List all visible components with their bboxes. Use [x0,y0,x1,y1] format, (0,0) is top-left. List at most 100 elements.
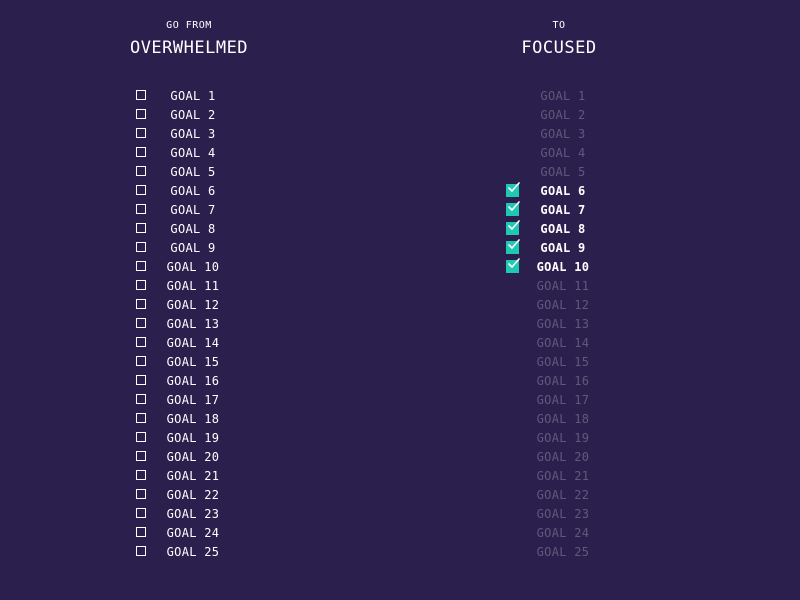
right-goal-row[interactable]: GOAL 16 [429,372,689,391]
goal-label: GOAL 1 [170,89,216,103]
checkbox-icon[interactable] [136,394,146,404]
checkbox-icon[interactable] [136,90,146,100]
right-goal-row[interactable]: GOAL 21 [429,467,689,486]
right-goal-row[interactable]: GOAL 11 [429,277,689,296]
left-goal-row[interactable]: GOAL 15 [59,353,319,372]
goal-label: GOAL 14 [536,336,590,350]
checkbox-icon[interactable] [136,299,146,309]
checkbox-icon[interactable] [136,204,146,214]
left-goal-row[interactable]: GOAL 3 [59,125,319,144]
left-goal-row[interactable]: GOAL 12 [59,296,319,315]
left-goal-row[interactable]: GOAL 14 [59,334,319,353]
right-goal-row[interactable]: GOAL 24 [429,524,689,543]
left-goal-row[interactable]: GOAL 22 [59,486,319,505]
left-goal-row[interactable]: GOAL 9 [59,239,319,258]
checkbox-icon[interactable] [136,375,146,385]
right-title: FOCUSED [521,38,597,58]
right-goal-row[interactable]: GOAL 7 [429,201,689,220]
goal-label: GOAL 17 [536,393,590,407]
goal-label: GOAL 15 [536,355,590,369]
checked-checkbox-icon[interactable] [506,182,520,197]
right-goal-row[interactable]: GOAL 22 [429,486,689,505]
checkbox-icon[interactable] [136,489,146,499]
right-goal-row[interactable]: GOAL 5 [429,163,689,182]
checkbox-icon[interactable] [136,185,146,195]
goal-label: GOAL 19 [536,431,590,445]
checked-checkbox-icon[interactable] [506,239,520,254]
left-goal-row[interactable]: GOAL 17 [59,391,319,410]
left-goal-row[interactable]: GOAL 16 [59,372,319,391]
right-goal-row[interactable]: GOAL 9 [429,239,689,258]
right-goal-row[interactable]: GOAL 1 [429,87,689,106]
goal-label: GOAL 19 [166,431,220,445]
right-goal-row[interactable]: GOAL 6 [429,182,689,201]
checked-checkbox-icon[interactable] [506,201,520,216]
left-goal-row[interactable]: GOAL 6 [59,182,319,201]
goal-label: GOAL 12 [166,298,220,312]
left-goal-row[interactable]: GOAL 20 [59,448,319,467]
left-goal-row[interactable]: GOAL 24 [59,524,319,543]
checkbox-icon[interactable] [136,242,146,252]
right-goal-row[interactable]: GOAL 25 [429,543,689,562]
left-goal-row[interactable]: GOAL 1 [59,87,319,106]
goal-label: GOAL 9 [170,241,216,255]
checkbox-icon[interactable] [136,356,146,366]
goal-label: GOAL 24 [166,526,220,540]
right-goal-row[interactable]: GOAL 18 [429,410,689,429]
goal-label: GOAL 17 [166,393,220,407]
right-goal-row[interactable]: GOAL 23 [429,505,689,524]
checkbox-icon[interactable] [136,223,146,233]
left-goal-row[interactable]: GOAL 8 [59,220,319,239]
left-goal-row[interactable]: GOAL 25 [59,543,319,562]
goal-label: GOAL 11 [536,279,590,293]
right-goal-row[interactable]: GOAL 20 [429,448,689,467]
left-goal-row[interactable]: GOAL 4 [59,144,319,163]
checkbox-icon[interactable] [136,546,146,556]
right-goal-row[interactable]: GOAL 10 [429,258,689,277]
checkbox-icon[interactable] [136,527,146,537]
left-goal-row[interactable]: GOAL 11 [59,277,319,296]
left-goal-row[interactable]: GOAL 10 [59,258,319,277]
right-goal-row[interactable]: GOAL 13 [429,315,689,334]
right-goal-row[interactable]: GOAL 12 [429,296,689,315]
goal-label: GOAL 7 [540,203,586,217]
goal-label: GOAL 23 [166,507,220,521]
right-goal-row[interactable]: GOAL 19 [429,429,689,448]
checkbox-icon[interactable] [136,128,146,138]
focused-goal-list: GOAL 1 GOAL 2 GOAL 3 GOAL 4 GOAL 5 GOAL 6 GOAL… [429,87,689,562]
checkbox-icon[interactable] [136,109,146,119]
goal-label: GOAL 5 [170,165,216,179]
left-goal-row[interactable]: GOAL 7 [59,201,319,220]
checked-checkbox-icon[interactable] [506,220,520,235]
right-goal-row[interactable]: GOAL 2 [429,106,689,125]
goal-label: GOAL 13 [536,317,590,331]
checkbox-icon[interactable] [136,318,146,328]
left-goal-row[interactable]: GOAL 19 [59,429,319,448]
checkbox-icon[interactable] [136,470,146,480]
checkbox-icon[interactable] [136,413,146,423]
checkbox-icon[interactable] [136,261,146,271]
left-goal-row[interactable]: GOAL 23 [59,505,319,524]
left-goal-row[interactable]: GOAL 2 [59,106,319,125]
checked-checkbox-icon[interactable] [506,258,520,273]
left-goal-row[interactable]: GOAL 21 [59,467,319,486]
checkbox-icon[interactable] [136,166,146,176]
checkbox-icon[interactable] [136,508,146,518]
goal-label: GOAL 16 [536,374,590,388]
right-goal-row[interactable]: GOAL 14 [429,334,689,353]
left-goal-row[interactable]: GOAL 18 [59,410,319,429]
right-goal-row[interactable]: GOAL 17 [429,391,689,410]
right-goal-row[interactable]: GOAL 8 [429,220,689,239]
checkbox-icon[interactable] [136,337,146,347]
right-goal-row[interactable]: GOAL 4 [429,144,689,163]
left-goal-row[interactable]: GOAL 5 [59,163,319,182]
goal-label: GOAL 8 [540,222,586,236]
checkbox-icon[interactable] [136,432,146,442]
checkbox-icon[interactable] [136,451,146,461]
right-goal-row[interactable]: GOAL 3 [429,125,689,144]
goal-label: GOAL 5 [540,165,586,179]
left-goal-row[interactable]: GOAL 13 [59,315,319,334]
checkbox-icon[interactable] [136,147,146,157]
checkbox-icon[interactable] [136,280,146,290]
right-goal-row[interactable]: GOAL 15 [429,353,689,372]
